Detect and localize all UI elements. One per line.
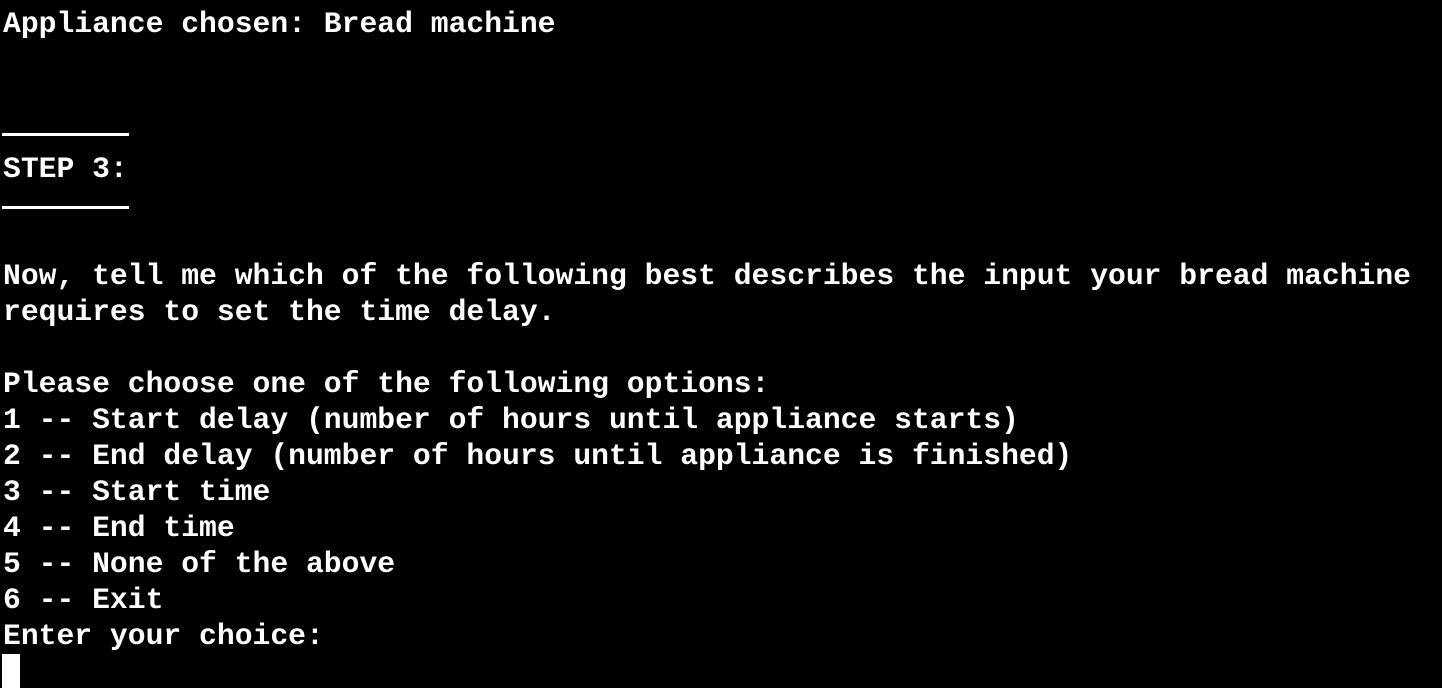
text-cursor[interactable] bbox=[2, 654, 20, 688]
prompt-line-2: requires to set the time delay. bbox=[3, 296, 556, 330]
option-2: 2 -- End delay (number of hours until ap… bbox=[3, 440, 1073, 474]
option-5: 5 -- None of the above bbox=[3, 548, 396, 582]
prompt-line-1: Now, tell me which of the following best… bbox=[3, 260, 1412, 294]
step-title: STEP 3: bbox=[3, 153, 128, 187]
option-1: 1 -- Start delay (number of hours until … bbox=[3, 404, 1019, 438]
step-rule-top bbox=[2, 133, 129, 136]
option-4: 4 -- End time bbox=[3, 512, 235, 546]
step-rule-bottom bbox=[2, 206, 129, 209]
option-3: 3 -- Start time bbox=[3, 476, 271, 510]
appliance-chosen-line: Appliance chosen: Bread machine bbox=[3, 8, 556, 42]
options-header: Please choose one of the following optio… bbox=[3, 368, 770, 402]
option-6: 6 -- Exit bbox=[3, 584, 164, 618]
input-prompt: Enter your choice: bbox=[3, 620, 324, 654]
terminal-window[interactable]: Appliance chosen: Bread machine STEP 3: … bbox=[0, 0, 1442, 688]
